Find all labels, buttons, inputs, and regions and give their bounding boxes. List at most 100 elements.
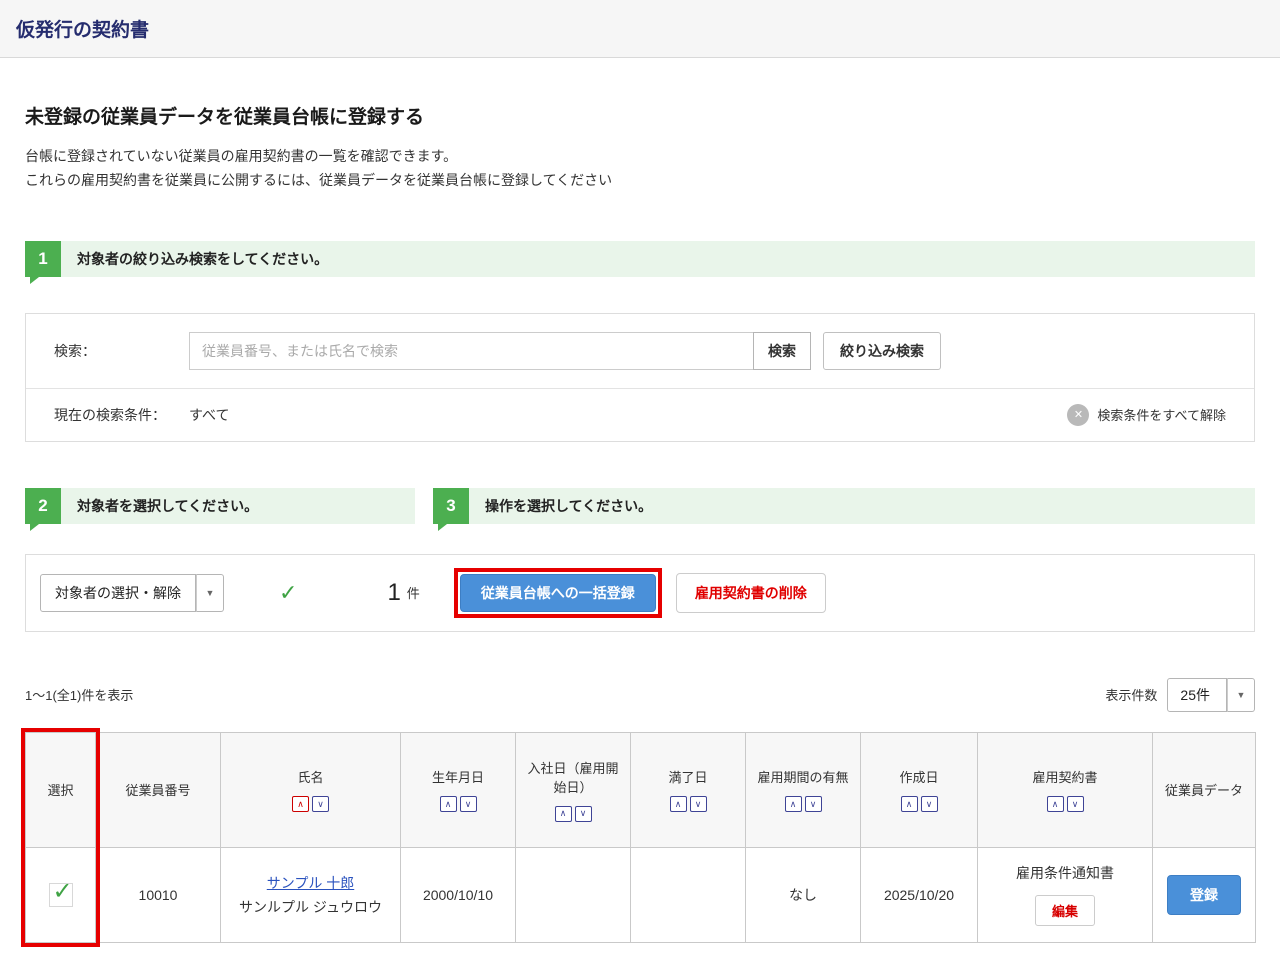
- sort-asc-icon[interactable]: ∧: [1047, 796, 1064, 812]
- search-input[interactable]: [189, 332, 754, 370]
- search-button[interactable]: 検索: [753, 332, 811, 370]
- header-employment-period: 雇用期間の有無 ∧ ∨: [746, 732, 861, 847]
- sort-desc-icon[interactable]: ∨: [690, 796, 707, 812]
- header-employee-data-label: 従業員データ: [1165, 783, 1243, 798]
- sort-desc-icon[interactable]: ∨: [460, 796, 477, 812]
- sort-desc-icon[interactable]: ∨: [805, 796, 822, 812]
- chevron-down-icon[interactable]: ▼: [196, 574, 224, 612]
- edit-contract-button[interactable]: 編集: [1035, 895, 1095, 926]
- search-row: 検索： 検索 絞り込み検索: [26, 314, 1254, 388]
- bulk-register-button[interactable]: 従業員台帳への一括登録: [460, 574, 656, 612]
- step3-number-badge: 3: [433, 488, 469, 524]
- table-row: ✓ 10010 サンプル 十郎 サンルプル ジュウロウ 2000/10/10 な…: [26, 847, 1256, 942]
- table-header-row: 選択 従業員番号 氏名 ∧ ∨ 生年月日: [26, 732, 1256, 847]
- current-condition-label: 現在の検索条件：: [54, 405, 189, 425]
- per-page-dropdown[interactable]: 25件 ▼: [1167, 678, 1255, 712]
- header-employee-number-label: 従業員番号: [125, 783, 190, 798]
- cell-expiry-date: [631, 847, 746, 942]
- cell-created-date: 2025/10/20: [861, 847, 978, 942]
- header-select-label: 選択: [47, 783, 73, 798]
- step1-number-badge: 1: [25, 241, 61, 277]
- current-condition-row: 現在の検索条件： すべて ✕ 検索条件をすべて解除: [26, 389, 1254, 441]
- sort-asc-icon[interactable]: ∧: [555, 806, 572, 822]
- cell-employment-period: なし: [746, 847, 861, 942]
- chevron-down-icon[interactable]: ▼: [1227, 678, 1255, 712]
- search-label: 検索：: [54, 341, 189, 361]
- header-birth-date: 生年月日 ∧ ∨: [401, 732, 516, 847]
- header-employment-period-label: 雇用期間の有無: [752, 767, 854, 786]
- page-header: 仮発行の契約書: [0, 0, 1280, 58]
- step2-number-badge: 2: [25, 488, 61, 524]
- register-employee-button[interactable]: 登録: [1167, 875, 1241, 915]
- sort-controls-birth-date: ∧ ∨: [407, 796, 509, 812]
- header-expiry-date: 満了日 ∧ ∨: [631, 732, 746, 847]
- results-info-row: 1〜1(全1)件を表示 表示件数 25件 ▼: [25, 678, 1255, 712]
- check-icon: ✓: [52, 880, 72, 904]
- clear-circle-x-icon: ✕: [1067, 404, 1089, 426]
- selected-count: 1: [387, 581, 400, 605]
- clear-search-conditions-button[interactable]: ✕ 検索条件をすべて解除: [1067, 404, 1226, 426]
- header-select: 選択: [26, 732, 96, 847]
- contracts-table: 選択 従業員番号 氏名 ∧ ∨ 生年月日: [25, 732, 1256, 943]
- per-page-control: 表示件数 25件 ▼: [1105, 678, 1255, 712]
- header-contract-doc-label: 雇用契約書: [984, 767, 1146, 786]
- cell-birth-date: 2000/10/10: [401, 847, 516, 942]
- sort-asc-icon[interactable]: ∧: [901, 796, 918, 812]
- sort-desc-icon[interactable]: ∨: [312, 796, 329, 812]
- header-birth-date-label: 生年月日: [407, 767, 509, 786]
- clear-search-conditions-label: 検索条件をすべて解除: [1097, 405, 1226, 424]
- cell-employee-number: 10010: [96, 847, 221, 942]
- search-panel: 検索： 検索 絞り込み検索 現在の検索条件： すべて ✕ 検索条件をすべて解除: [25, 313, 1255, 442]
- current-condition-value: すべて: [189, 405, 229, 425]
- steps-row: 2 対象者を選択してください。 3 操作を選択してください。: [25, 488, 1255, 524]
- employee-name-kana: サンルプル ジュウロウ: [227, 897, 394, 917]
- delete-contract-button[interactable]: 雇用契約書の削除: [676, 573, 826, 613]
- cell-contract-doc: 雇用条件通知書 編集: [978, 847, 1153, 942]
- sort-asc-icon[interactable]: ∧: [670, 796, 687, 812]
- description-line-2: これらの雇用契約書を従業員に公開するには、従業員データを従業員台帳に登録してくだ…: [25, 169, 1255, 193]
- sort-controls-expiry-date: ∧ ∨: [637, 796, 739, 812]
- header-name: 氏名 ∧ ∨: [221, 732, 401, 847]
- step1-bar: 1 対象者の絞り込み検索をしてください。: [25, 241, 1255, 277]
- cell-name: サンプル 十郎 サンルプル ジュウロウ: [221, 847, 401, 942]
- header-employee-number: 従業員番号: [96, 732, 221, 847]
- employee-name-link[interactable]: サンプル 十郎: [267, 875, 354, 891]
- search-input-group: 検索: [189, 332, 811, 370]
- step2-bar: 2 対象者を選択してください。: [25, 488, 415, 524]
- sort-desc-icon[interactable]: ∨: [921, 796, 938, 812]
- sort-desc-icon[interactable]: ∨: [1067, 796, 1084, 812]
- sort-asc-icon[interactable]: ∧: [292, 796, 309, 812]
- bulk-register-annotation-box: 従業員台帳への一括登録: [454, 568, 662, 618]
- header-created-date-label: 作成日: [867, 767, 971, 786]
- step3-bar: 3 操作を選択してください。: [433, 488, 1255, 524]
- per-page-label: 表示件数: [1105, 685, 1157, 704]
- header-expiry-date-label: 満了日: [637, 767, 739, 786]
- header-name-label: 氏名: [227, 767, 394, 786]
- filter-search-button[interactable]: 絞り込み検索: [823, 332, 941, 370]
- header-employee-data: 従業員データ: [1153, 732, 1256, 847]
- header-created-date: 作成日 ∧ ∨: [861, 732, 978, 847]
- selection-check-icon: ✓: [279, 582, 297, 604]
- sort-controls-employment-period: ∧ ∨: [752, 796, 854, 812]
- sort-asc-icon[interactable]: ∧: [440, 796, 457, 812]
- section-heading: 未登録の従業員データを従業員台帳に登録する: [25, 102, 1255, 129]
- step3-label: 操作を選択してください。: [469, 488, 652, 524]
- page-title: 仮発行の契約書: [16, 15, 149, 42]
- sort-asc-icon[interactable]: ∧: [785, 796, 802, 812]
- results-range-text: 1〜1(全1)件を表示: [25, 685, 133, 704]
- step1-label: 対象者の絞り込み検索をしてください。: [61, 241, 328, 277]
- header-hire-date: 入社日（雇用開始日） ∧ ∨: [516, 732, 631, 847]
- header-hire-date-label: 入社日（雇用開始日）: [522, 758, 624, 796]
- section-description: 台帳に登録されていない従業員の雇用契約書の一覧を確認できます。 これらの雇用契約…: [25, 145, 1255, 193]
- select-deselect-dropdown[interactable]: 対象者の選択・解除 ▼: [40, 574, 224, 612]
- cell-hire-date: [516, 847, 631, 942]
- row-checkbox[interactable]: ✓: [49, 883, 73, 907]
- sort-desc-icon[interactable]: ∨: [575, 806, 592, 822]
- select-deselect-dropdown-label: 対象者の選択・解除: [40, 574, 196, 612]
- sort-controls-hire-date: ∧ ∨: [522, 806, 624, 822]
- description-line-1: 台帳に登録されていない従業員の雇用契約書の一覧を確認できます。: [25, 145, 1255, 169]
- sort-controls-created-date: ∧ ∨: [867, 796, 971, 812]
- step2-label: 対象者を選択してください。: [61, 488, 258, 524]
- contracts-table-wrap: 選択 従業員番号 氏名 ∧ ∨ 生年月日: [25, 732, 1255, 943]
- sort-controls-contract-doc: ∧ ∨: [984, 796, 1146, 812]
